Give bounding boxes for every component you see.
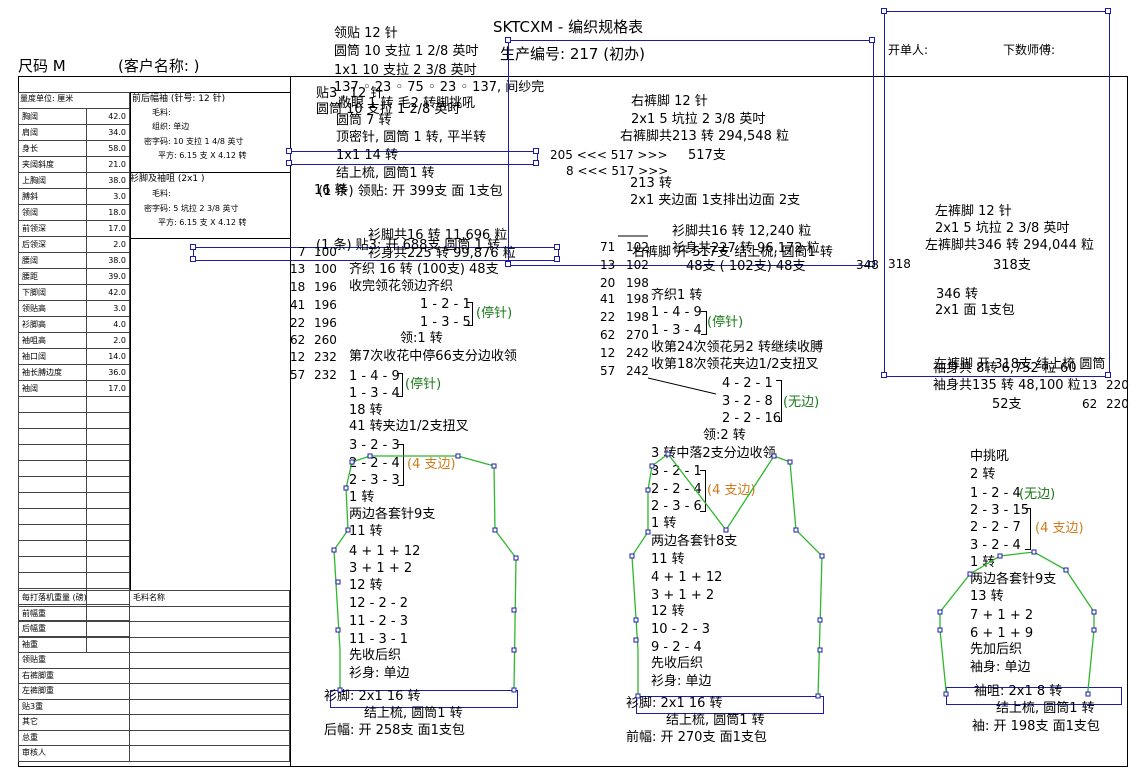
path-node-handle[interactable] [817, 617, 823, 623]
path-node-handle[interactable] [511, 647, 517, 653]
path-node-handle[interactable] [943, 691, 949, 697]
path-node-handle[interactable] [937, 609, 943, 615]
path-node-handle[interactable] [367, 453, 373, 459]
path-node-handle[interactable] [335, 627, 341, 633]
path-node-handle[interactable] [492, 527, 498, 533]
path-node-handle[interactable] [771, 453, 777, 459]
path-node-handle[interactable] [343, 485, 349, 491]
sleeve-outline [939, 551, 1095, 694]
path-node-handle[interactable] [817, 647, 823, 653]
path-node-handle[interactable] [815, 693, 821, 699]
path-node-handle[interactable] [629, 553, 635, 559]
path-node-handle[interactable] [723, 527, 729, 533]
path-node-handle[interactable] [1091, 627, 1097, 633]
path-node-handle[interactable] [335, 579, 341, 585]
path-node-handle[interactable] [819, 553, 825, 559]
back-panel-outline [333, 455, 517, 691]
path-node-handle[interactable] [645, 487, 651, 493]
path-node-handle[interactable] [649, 463, 655, 469]
path-node-handle[interactable] [633, 637, 639, 643]
path-node-handle[interactable] [1091, 609, 1097, 615]
path-node-handle[interactable] [967, 571, 973, 577]
path-node-handle[interactable] [455, 453, 461, 459]
path-node-handle[interactable] [331, 547, 337, 553]
path-node-handle[interactable] [645, 529, 651, 535]
garment-outlines [331, 235, 1097, 699]
path-node-handle[interactable] [1031, 549, 1037, 555]
path-node-handle[interactable] [1085, 691, 1091, 697]
path-node-handle[interactable] [1063, 567, 1069, 573]
path-node-handle[interactable] [491, 463, 497, 469]
front-panel-outline [631, 453, 823, 697]
path-node-handle[interactable] [633, 617, 639, 623]
path-node-handle[interactable] [511, 607, 517, 613]
path-node-handle[interactable] [345, 527, 351, 533]
path-node-handle[interactable] [349, 459, 355, 465]
path-node-handle[interactable] [337, 687, 343, 693]
path-node-handle[interactable] [635, 693, 641, 699]
path-node-handle[interactable] [513, 555, 519, 561]
path-node-handle[interactable] [787, 459, 793, 465]
path-node-handle[interactable] [793, 527, 799, 533]
path-node-handle[interactable] [511, 687, 517, 693]
path-node-handle[interactable] [997, 553, 1003, 559]
path-node-handle[interactable] [937, 627, 943, 633]
path-node-handle[interactable] [665, 451, 671, 457]
